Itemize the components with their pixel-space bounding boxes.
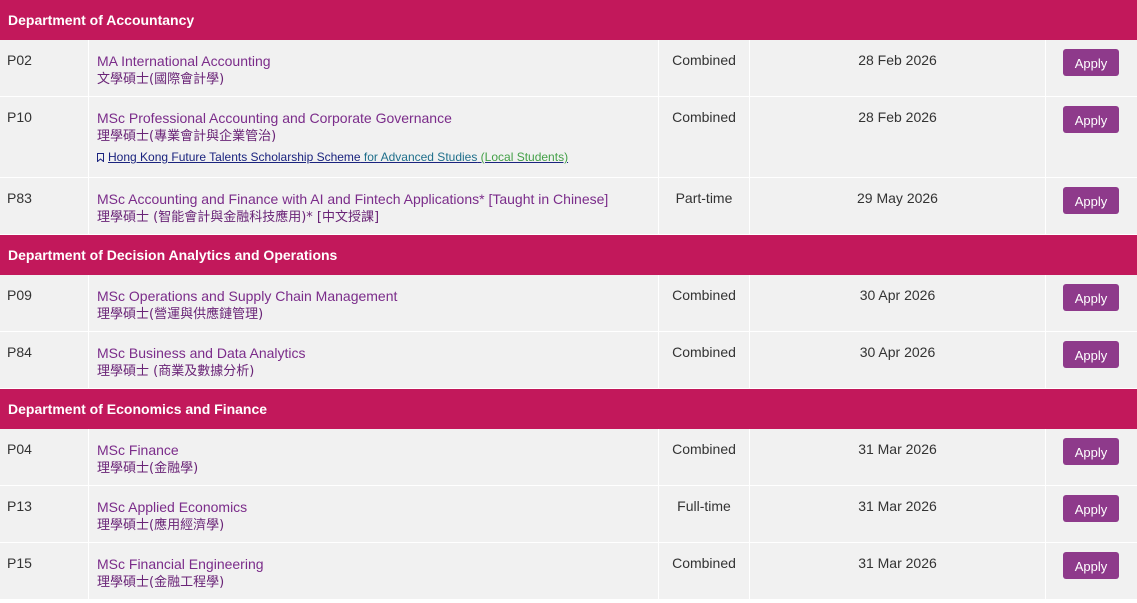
programme-title-chinese: 理學碩士(營運與供應鏈管理) <box>97 307 264 322</box>
programme-title-link[interactable]: MSc Professional Accounting and Corporat… <box>97 109 658 127</box>
table-row: P15 MSc Financial Engineering 理學碩士(金融工程學) C… <box>0 543 1137 600</box>
table-row: P10 MSc Professional Accounting and Corpo… <box>0 97 1137 178</box>
programme-cell: MSc Operations and Supply Chain Manageme… <box>89 275 659 331</box>
table-row: P04 MSc Finance 理學碩士(金融學) Combined 31 Mar 20… <box>0 429 1137 486</box>
apply-cell: Apply <box>1046 97 1137 177</box>
scholarship-link[interactable]: Hong Kong Future Talents Scholarship Sch… <box>97 150 658 164</box>
programme-title-chinese: 理學碩士(應用經濟學) <box>97 518 225 533</box>
study-mode: Combined <box>659 332 750 388</box>
table-row: P02 MA International Accounting 文學碩士(國際會計學… <box>0 40 1137 97</box>
apply-cell: Apply <box>1046 275 1137 331</box>
application-deadline: 31 Mar 2026 <box>750 486 1046 542</box>
programme-cell: MSc Business and Data Analytics 理學碩士 (商業及… <box>89 332 659 388</box>
application-deadline: 30 Apr 2026 <box>750 275 1046 331</box>
department-header: Department of Accountancy <box>0 0 1137 40</box>
programme-title-link[interactable]: MA International Accounting <box>97 52 658 70</box>
apply-cell: Apply <box>1046 178 1137 234</box>
programme-code: P84 <box>0 332 89 388</box>
scholarship-name: Hong Kong Future Talents Scholarship Sch… <box>108 150 361 164</box>
programme-title-chinese: 理學碩士(專業會計與企業管治) <box>97 129 277 144</box>
application-deadline: 29 May 2026 <box>750 178 1046 234</box>
study-mode: Combined <box>659 97 750 177</box>
application-deadline: 28 Feb 2026 <box>750 40 1046 96</box>
study-mode: Combined <box>659 543 750 599</box>
apply-button[interactable]: Apply <box>1063 341 1119 368</box>
application-deadline: 31 Mar 2026 <box>750 429 1046 485</box>
scholarship-eligibility: (Local Students) <box>477 150 569 164</box>
application-deadline: 30 Apr 2026 <box>750 332 1046 388</box>
apply-cell: Apply <box>1046 429 1137 485</box>
programme-code: P10 <box>0 97 89 177</box>
programme-title-link[interactable]: MSc Applied Economics <box>97 498 658 516</box>
application-deadline: 28 Feb 2026 <box>750 97 1046 177</box>
apply-button[interactable]: Apply <box>1063 438 1119 465</box>
study-mode: Part-time <box>659 178 750 234</box>
programme-cell: MSc Accounting and Finance with AI and F… <box>89 178 659 234</box>
study-mode: Combined <box>659 40 750 96</box>
table-row: P83 MSc Accounting and Finance with AI an… <box>0 178 1137 235</box>
programme-code: P13 <box>0 486 89 542</box>
programme-title-link[interactable]: MSc Accounting and Finance with AI and F… <box>97 190 658 208</box>
programme-cell: MA International Accounting 文學碩士(國際會計學) <box>89 40 659 96</box>
programme-code: P02 <box>0 40 89 96</box>
programme-title-chinese: 理學碩士(金融工程學) <box>97 575 225 590</box>
study-mode: Full-time <box>659 486 750 542</box>
programme-title-link[interactable]: MSc Financial Engineering <box>97 555 658 573</box>
table-row: P13 MSc Applied Economics 理學碩士(應用經濟學) Full-… <box>0 486 1137 543</box>
bookmark-icon <box>97 151 104 163</box>
apply-button[interactable]: Apply <box>1063 187 1119 214</box>
apply-cell: Apply <box>1046 543 1137 599</box>
apply-cell: Apply <box>1046 332 1137 388</box>
programme-cell: MSc Finance 理學碩士(金融學) <box>89 429 659 485</box>
study-mode: Combined <box>659 429 750 485</box>
programme-title-chinese: 文學碩士(國際會計學) <box>97 72 225 87</box>
programme-cell: MSc Applied Economics 理學碩士(應用經濟學) <box>89 486 659 542</box>
scholarship-subtitle: for Advanced Studies <box>360 150 478 164</box>
programme-code: P15 <box>0 543 89 599</box>
table-row: P84 MSc Business and Data Analytics 理學碩士 (… <box>0 332 1137 389</box>
programme-cell: MSc Financial Engineering 理學碩士(金融工程學) <box>89 543 659 599</box>
apply-button[interactable]: Apply <box>1063 495 1119 522</box>
study-mode: Combined <box>659 275 750 331</box>
programme-code: P04 <box>0 429 89 485</box>
application-deadline: 31 Mar 2026 <box>750 543 1046 599</box>
apply-button[interactable]: Apply <box>1063 552 1119 579</box>
programme-title-chinese: 理學碩士(金融學) <box>97 461 199 476</box>
department-header: Department of Decision Analytics and Ope… <box>0 235 1137 275</box>
programme-title-link[interactable]: MSc Finance <box>97 441 658 459</box>
apply-cell: Apply <box>1046 486 1137 542</box>
table-row: P09 MSc Operations and Supply Chain Manag… <box>0 275 1137 332</box>
apply-button[interactable]: Apply <box>1063 49 1119 76</box>
programme-title-link[interactable]: MSc Business and Data Analytics <box>97 344 658 362</box>
programme-code: P83 <box>0 178 89 234</box>
programme-code: P09 <box>0 275 89 331</box>
department-header: Department of Economics and Finance <box>0 389 1137 429</box>
apply-button[interactable]: Apply <box>1063 284 1119 311</box>
programme-cell: MSc Professional Accounting and Corporat… <box>89 97 659 177</box>
programme-title-chinese: 理學碩士 (商業及數據分析) <box>97 364 255 379</box>
programme-title-link[interactable]: MSc Operations and Supply Chain Manageme… <box>97 287 658 305</box>
apply-cell: Apply <box>1046 40 1137 96</box>
programme-title-chinese: 理學碩士 (智能會計與金融科技應用)* [中文授課] <box>97 210 380 225</box>
apply-button[interactable]: Apply <box>1063 106 1119 133</box>
